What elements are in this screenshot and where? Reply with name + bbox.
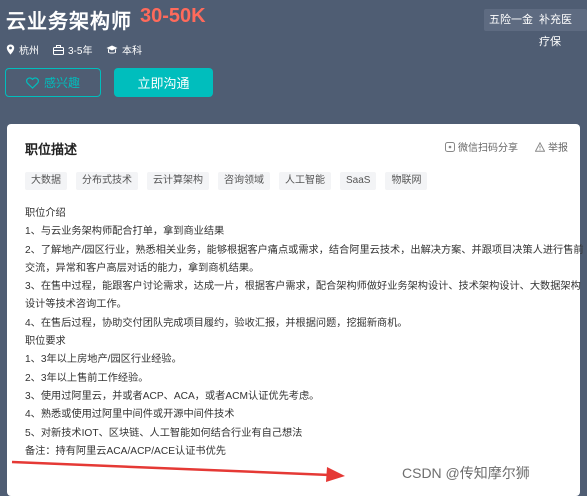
job-description-text: 职位介绍 1、与云业务架构师配合打单，拿到商业结果 2、了解地产/园区行业，熟悉… [25,205,584,461]
skill-tags: 大数据 分布式技术 云计算架构 咨询领域 人工智能 SaaS 物联网 [25,172,436,190]
description-line: 2、了解地产/园区行业，熟悉相关业务，能够根据客户痛点或需求，结合阿里云技术，出… [25,244,584,256]
graduation-cap-icon [106,45,118,54]
salary: 30-50K [140,5,206,27]
heart-icon [25,76,39,89]
skill-tag: 人工智能 [279,172,331,190]
education-info: 本科 [106,42,142,57]
skill-tag: 云计算架构 [147,172,209,190]
chat-now-button[interactable]: 立即沟通 [114,68,213,97]
job-title: 云业务架构师 [6,11,132,33]
skill-tag: 物联网 [385,172,428,190]
experience-text: 3-5年 [68,46,93,57]
skill-tag: 分布式技术 [76,172,138,190]
card-title: 职位描述 [25,142,78,157]
experience-info: 3-5年 [53,42,92,57]
description-line: 2、3年以上售前工作经验。 [25,372,149,384]
warning-icon [535,141,545,152]
job-description-card: 职位描述 微信扫码分享 举报 大数据 分布式技术 云计算架构 咨询领域 人工智能… [7,124,584,496]
briefcase-icon [53,44,64,55]
red-arrow-annotation [11,460,345,482]
section-heading: 职位要求 [25,336,66,348]
description-line: 1、与云业务架构师配合打单，拿到商业结果 [25,226,225,238]
benefit-tag: 五险一金 [484,9,538,31]
share-label: 微信扫码分享 [458,143,518,154]
report-link[interactable]: 举报 [535,139,568,154]
chat-now-label: 立即沟通 [137,76,190,91]
location-icon [6,44,15,55]
report-label: 举报 [548,143,568,154]
wechat-share-link[interactable]: 微信扫码分享 [445,139,518,154]
interested-button[interactable]: 感兴趣 [5,68,101,97]
description-line: 5、对新技术IOT、区块链、人工智能如何结合行业有自己想法 [25,427,303,439]
job-header: 云业务架构师 30-50K 五险一金 补充医疗保 杭州 3-5年 本科 感兴趣 … [0,0,587,122]
interested-label: 感兴趣 [43,76,80,90]
description-line: 3、在售中过程，能跟客户讨论需求，达成一片，根据客户需求，配合架构师做好业务架构… [25,281,581,293]
qr-code-icon [445,141,455,152]
description-line: 4、熟悉或使用过阿里中间件或开源中间件技术 [25,409,235,421]
section-heading: 职位介绍 [25,208,66,219]
description-line: 4、在售后过程，协助交付团队完成项目履约，验收汇报，并根据问题，挖掘新商机。 [25,317,408,329]
location-info: 杭州 [6,42,39,57]
description-line: 设计等技术咨询工作。 [25,299,127,311]
description-line: 交流，异常和客户高层对话的能力，拿到商机结果。 [25,262,260,274]
education-text: 本科 [122,46,142,57]
watermark: CSDN @传知摩尔狮 [402,465,530,481]
skill-tag: 咨询领域 [218,172,270,190]
skill-tag: SaaS [340,172,377,190]
location-text: 杭州 [19,46,39,57]
skill-tag: 大数据 [25,172,67,190]
description-line: 1、3年以上房地产/园区行业经验。 [25,354,182,366]
description-line: 3、使用过阿里云，并或者ACP、ACA，或者ACM认证优先考虑。 [25,390,320,402]
benefit-tag: 补充医疗保 [534,9,587,48]
